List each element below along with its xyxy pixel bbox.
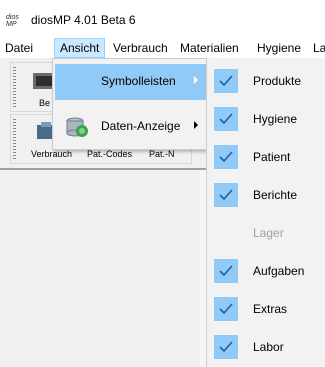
symbolleisten-submenu: Produkte Hygiene Patient Berichte Lager xyxy=(206,58,325,367)
toolbar-pat-n-label[interactable]: Pat.-N xyxy=(149,149,175,159)
content-panel xyxy=(0,170,200,367)
submenu-item-label: Labor xyxy=(253,340,284,354)
submenu-arrow-icon xyxy=(194,121,198,129)
ansicht-dropdown: Symbolleisten Daten-Anzeige xyxy=(52,58,209,150)
submenu-item-lager: Lager xyxy=(207,218,325,248)
menu-materialien[interactable]: Materialien xyxy=(175,38,244,58)
submenu-item-patient[interactable]: Patient xyxy=(207,142,325,172)
submenu-item-labor[interactable]: Labor xyxy=(207,332,325,362)
menu-verbrauch[interactable]: Verbrauch xyxy=(108,38,173,58)
toolbar-grip[interactable] xyxy=(13,67,16,107)
submenu-item-aufgaben[interactable]: Aufgaben xyxy=(207,256,325,286)
submenu-item-label: Produkte xyxy=(253,74,302,88)
menu-item-daten-anzeige[interactable]: Daten-Anzeige xyxy=(55,109,206,145)
menu-hygiene[interactable]: Hygiene xyxy=(252,38,306,58)
checkmark-icon xyxy=(214,107,238,131)
checkmark-icon xyxy=(214,335,238,359)
submenu-item-label: Aufgaben xyxy=(253,264,305,278)
menu-item-label: Daten-Anzeige xyxy=(101,119,181,133)
menu-lager-truncated[interactable]: La xyxy=(308,38,325,58)
checkmark-icon xyxy=(214,69,238,93)
checkmark-icon xyxy=(214,145,238,169)
checkmark-icon xyxy=(214,183,238,207)
toolbar-button-label: Be xyxy=(39,98,51,108)
toolbar-pat-codes-label: Pat.-Codes xyxy=(87,149,133,159)
app-window: dios MP diosMP 4.01 Beta 6 Datei Ansicht… xyxy=(0,0,325,367)
submenu-item-extras[interactable]: Extras xyxy=(207,294,325,324)
submenu-item-label: Patient xyxy=(253,150,291,164)
menu-bar: Datei Ansicht Verbrauch Materialien Hygi… xyxy=(0,38,325,58)
submenu-item-label: Extras xyxy=(253,302,288,316)
submenu-item-produkte[interactable]: Produkte xyxy=(207,66,325,96)
submenu-item-label: Berichte xyxy=(253,188,298,202)
submenu-item-berichte[interactable]: Berichte xyxy=(207,180,325,210)
menu-ansicht[interactable]: Ansicht xyxy=(54,38,106,58)
menu-datei[interactable]: Datei xyxy=(0,38,38,58)
checkmark-icon xyxy=(214,259,238,283)
submenu-arrow-icon xyxy=(194,76,198,84)
title-bar: dios MP diosMP 4.01 Beta 6 xyxy=(0,0,325,38)
menu-item-symbolleisten[interactable]: Symbolleisten xyxy=(55,64,206,100)
window-title: diosMP 4.01 Beta 6 xyxy=(31,13,136,27)
database-display-icon xyxy=(65,115,89,139)
toolbar-verbrauch-label: Verbrauch xyxy=(31,149,73,159)
submenu-item-hygiene[interactable]: Hygiene xyxy=(207,104,325,134)
toolbar-grip[interactable] xyxy=(13,119,16,159)
submenu-item-label: Lager xyxy=(253,226,284,240)
menu-item-label: Symbolleisten xyxy=(101,74,176,88)
app-logo-icon: dios MP xyxy=(6,14,19,28)
submenu-item-label: Hygiene xyxy=(253,112,298,126)
checkmark-icon xyxy=(214,297,238,321)
